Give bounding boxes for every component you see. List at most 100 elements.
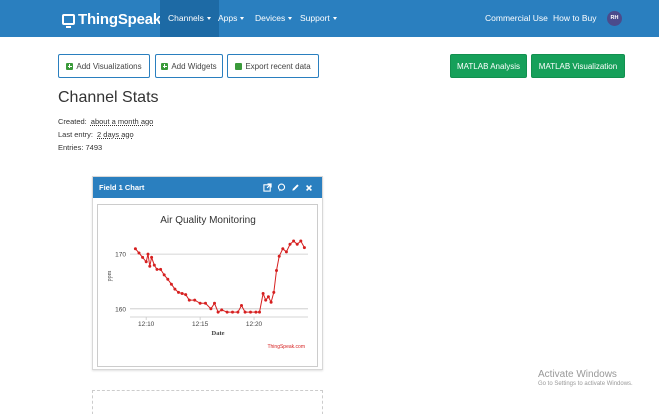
nav-commercial-use-label: Commercial Use <box>485 13 548 23</box>
y-tick-label: 170 <box>115 252 126 259</box>
add-widgets-label: Add Widgets <box>171 61 217 71</box>
data-point <box>295 242 299 246</box>
last-entry-label: Last entry: <box>58 130 94 139</box>
data-point <box>292 239 296 243</box>
nav-apps-label: Apps <box>218 13 238 23</box>
y-tick-label: 160 <box>115 306 126 313</box>
data-point <box>169 282 173 286</box>
data-point <box>216 310 220 314</box>
data-point <box>261 292 265 295</box>
data-point <box>187 298 191 302</box>
data-point <box>258 310 261 314</box>
series-line <box>135 240 305 313</box>
add-visualizations-button[interactable]: Add Visualizations <box>58 54 150 78</box>
nav-devices[interactable]: Devices <box>255 0 293 37</box>
export-icon <box>235 62 243 70</box>
plus-icon <box>161 62 169 70</box>
data-point <box>204 301 207 305</box>
data-point <box>166 277 170 281</box>
panel-header: Field 1 Chart <box>93 177 322 198</box>
chart-area: Air Quality Monitoring 160 170 12:10 12:15 12… <box>97 204 318 367</box>
data-point <box>277 254 281 258</box>
nav-support[interactable]: Support <box>300 0 337 37</box>
activate-windows-watermark: Activate Windows Go to Settings to activ… <box>538 369 633 387</box>
data-point <box>133 247 137 251</box>
x-tick-label: 12:15 <box>192 321 209 328</box>
y-axis-label: ppm <box>107 270 113 281</box>
x-axis-label: Date <box>212 330 225 337</box>
matlab-visualization-label: MATLAB Visualization <box>538 61 618 71</box>
monitor-icon <box>62 13 75 28</box>
nav-channels[interactable]: Channels <box>160 0 219 37</box>
data-point <box>281 247 285 251</box>
data-point <box>240 304 243 307</box>
close-icon[interactable] <box>305 177 313 198</box>
data-point <box>249 310 252 314</box>
data-point <box>155 267 159 271</box>
caret-down-icon <box>206 17 211 21</box>
data-point <box>184 293 188 297</box>
empty-panel <box>92 390 323 414</box>
data-point <box>137 251 141 255</box>
nav-devices-label: Devices <box>255 13 286 23</box>
data-point <box>193 298 197 302</box>
panel-title: Field 1 Chart <box>99 183 145 192</box>
chart-title: Air Quality Monitoring <box>160 215 256 226</box>
data-point <box>266 295 270 299</box>
nav-how-to-buy[interactable]: How to Buy <box>553 0 596 37</box>
x-tick-label: 12:10 <box>138 321 155 328</box>
top-navbar: ThingSpeak ™ Channels Apps Devices Suppo… <box>0 0 659 37</box>
caret-down-icon <box>288 17 293 21</box>
watermark-title: Activate Windows <box>538 369 617 380</box>
matlab-analysis-label: MATLAB Analysis <box>457 61 520 71</box>
data-point <box>272 290 276 294</box>
matlab-analysis-button[interactable]: MATLAB Analysis <box>450 54 527 78</box>
user-avatar[interactable]: RH <box>607 11 622 26</box>
comment-icon[interactable] <box>277 177 286 198</box>
entries-stat: Entries: 7493 <box>58 143 103 152</box>
data-point <box>141 255 145 259</box>
data-point <box>284 250 288 254</box>
caret-down-icon <box>240 17 245 21</box>
data-point <box>180 292 184 295</box>
data-point <box>146 252 150 256</box>
data-point <box>236 310 240 314</box>
data-point <box>220 308 224 312</box>
nav-channels-label: Channels <box>168 13 204 23</box>
data-point <box>213 301 216 305</box>
watermark-subtitle: Go to Settings to activate Windows. <box>538 381 633 387</box>
data-point <box>150 255 154 259</box>
air-quality-chart: Air Quality Monitoring 160 170 12:10 12:15 12… <box>107 215 308 350</box>
data-point <box>177 290 180 294</box>
last-entry-value: 2 days ago <box>97 130 134 139</box>
data-point <box>269 300 273 304</box>
export-recent-data-label: Export recent data <box>245 61 311 71</box>
nav-support-label: Support <box>300 13 330 23</box>
nav-apps[interactable]: Apps <box>218 0 245 37</box>
data-point <box>152 263 156 267</box>
data-point <box>302 246 306 250</box>
data-point <box>275 269 278 272</box>
data-point <box>162 273 166 277</box>
created-stat: Created: about a month ago <box>58 117 153 126</box>
last-entry-stat: Last entry: 2 days ago <box>58 130 134 139</box>
data-point <box>243 310 247 314</box>
matlab-visualization-button[interactable]: MATLAB Visualization <box>531 54 625 78</box>
nav-commercial-use[interactable]: Commercial Use <box>485 0 548 37</box>
data-point <box>173 287 177 291</box>
brand-logo[interactable]: ThingSpeak ™ <box>62 7 168 31</box>
created-label: Created: <box>58 117 87 126</box>
data-point <box>198 301 202 305</box>
channel-stats-title: Channel Stats <box>58 89 159 106</box>
add-visualizations-label: Add Visualizations <box>76 61 142 71</box>
pencil-icon[interactable] <box>291 177 300 198</box>
plus-icon <box>66 62 74 70</box>
add-widgets-button[interactable]: Add Widgets <box>155 54 223 78</box>
data-point <box>299 239 303 243</box>
data-point <box>288 242 292 246</box>
nav-how-to-buy-label: How to Buy <box>553 13 597 23</box>
chart-credit: ThingSpeak.com <box>267 344 305 350</box>
external-link-icon[interactable] <box>263 177 272 198</box>
data-point <box>231 310 234 314</box>
export-recent-data-button[interactable]: Export recent data <box>227 54 319 78</box>
